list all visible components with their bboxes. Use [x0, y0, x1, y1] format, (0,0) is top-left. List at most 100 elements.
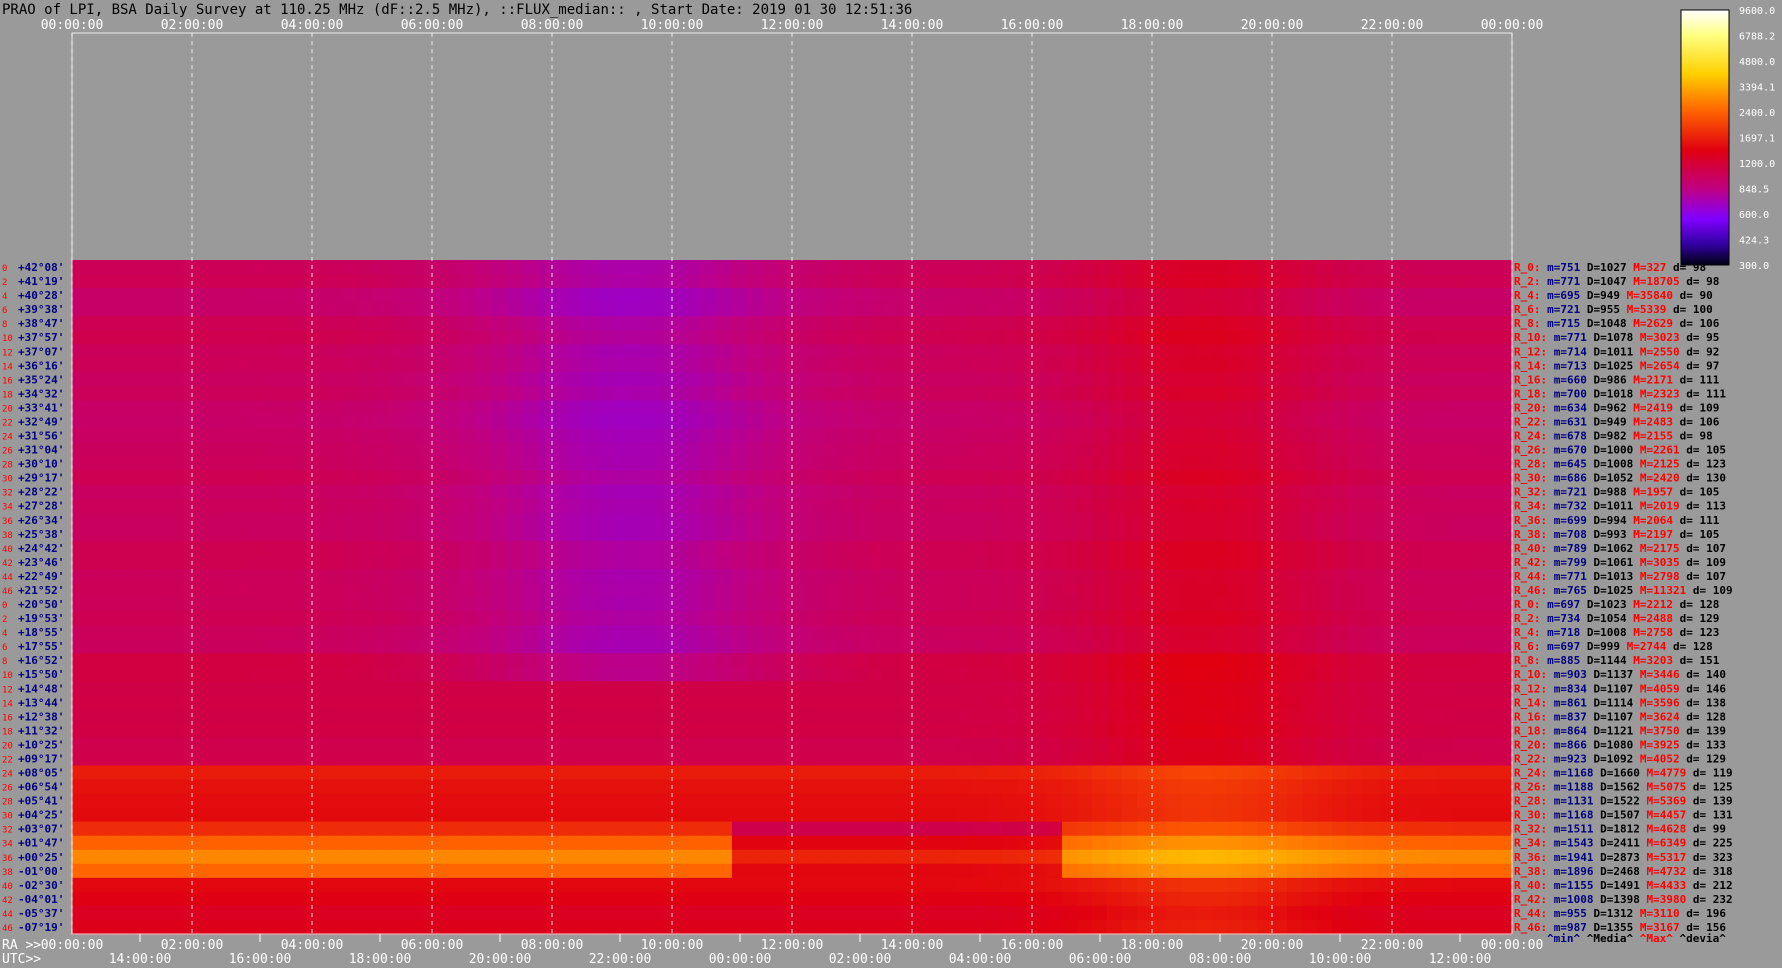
heatmap-cell	[747, 540, 763, 556]
heatmap-cell	[1392, 807, 1408, 823]
heatmap-cell	[1437, 779, 1453, 795]
declination-label: +20°50'	[18, 598, 64, 611]
heatmap-cell	[477, 442, 493, 458]
heatmap-cell	[1182, 765, 1198, 781]
heatmap-cell	[792, 597, 808, 612]
heatmap-cell	[147, 456, 163, 472]
row-number: 26	[2, 784, 13, 794]
heatmap-cell	[342, 484, 358, 500]
heatmap-cell	[252, 260, 268, 275]
heatmap-cell	[1437, 400, 1453, 416]
heatmap-cell	[1212, 709, 1228, 724]
heatmap-cell	[837, 653, 853, 668]
heatmap-cell	[177, 919, 193, 935]
heatmap-cell	[267, 442, 283, 458]
heatmap-cell	[1407, 498, 1423, 514]
heatmap-cell	[1227, 681, 1243, 696]
heatmap-cell	[882, 358, 898, 373]
heatmap-cell	[552, 400, 568, 416]
row-number: 34	[2, 503, 13, 513]
heatmap-cell	[1227, 709, 1243, 724]
heatmap-cell	[657, 653, 673, 668]
heatmap-cell	[1212, 905, 1228, 921]
heatmap-cell	[762, 274, 778, 289]
heatmap-cell	[537, 611, 553, 626]
heatmap-cell	[342, 260, 358, 275]
heatmap-cell	[822, 765, 838, 781]
heatmap-cell	[177, 260, 193, 275]
heatmap-cell	[117, 442, 133, 458]
heatmap-cell	[612, 597, 628, 612]
heatmap-cell	[1227, 344, 1243, 359]
heatmap-cell	[792, 807, 808, 823]
heatmap-cell	[1422, 723, 1438, 739]
heatmap-cell	[462, 288, 478, 303]
heatmap-cell	[1422, 260, 1438, 275]
heatmap-cell	[267, 877, 283, 893]
heatmap-cell	[342, 456, 358, 472]
heatmap-cell	[102, 344, 118, 359]
heatmap-cell	[1377, 765, 1393, 781]
heatmap-cell	[1317, 807, 1333, 823]
heatmap-cell	[162, 611, 178, 626]
heatmap-cell	[702, 260, 718, 275]
heatmap-cell	[1287, 905, 1303, 921]
heatmap-cell	[837, 470, 853, 486]
heatmap-cell	[1182, 498, 1198, 514]
heatmap-cell	[327, 344, 343, 359]
heatmap-cell	[177, 470, 193, 486]
heatmap-cell	[1212, 484, 1228, 500]
heatmap-cell	[552, 302, 568, 317]
heatmap-cell	[522, 554, 538, 570]
heatmap-cell	[192, 554, 208, 570]
heatmap-cell	[1467, 386, 1483, 402]
heatmap-cell	[537, 821, 553, 837]
row-stat: R_34: m=732 D=1011 M=2019 d= 113	[1514, 500, 1726, 513]
heatmap-cell	[612, 260, 628, 275]
heatmap-cell	[867, 400, 883, 416]
heatmap-cell	[327, 877, 343, 893]
row-stat-part: R_0:	[1514, 261, 1541, 274]
heatmap-cell	[567, 386, 583, 402]
heatmap-cell	[162, 849, 178, 865]
heatmap-cell	[927, 302, 943, 317]
heatmap-cell	[747, 400, 763, 416]
heatmap-cell	[972, 863, 988, 879]
heatmap-cell	[402, 919, 418, 935]
heatmap-cell	[267, 568, 283, 584]
heatmap-cell	[687, 835, 703, 851]
heatmap-cell	[792, 526, 808, 542]
heatmap-cell	[1362, 456, 1378, 472]
heatmap-cell	[1407, 540, 1423, 556]
heatmap-cell	[1017, 484, 1033, 500]
heatmap-cell	[1062, 611, 1078, 626]
heatmap-cell	[867, 344, 883, 359]
heatmap-cell	[147, 835, 163, 851]
heatmap-cell	[327, 554, 343, 570]
heatmap-cell	[297, 723, 313, 739]
heatmap-cell	[1242, 793, 1258, 809]
heatmap-cell	[1167, 681, 1183, 696]
heatmap-cell	[462, 905, 478, 921]
heatmap-cell	[567, 540, 583, 556]
heatmap-cell	[237, 611, 253, 626]
heatmap-cell	[1077, 316, 1093, 331]
heatmap-cell	[1362, 863, 1378, 879]
heatmap-cell	[867, 737, 883, 753]
heatmap-cell	[1392, 288, 1408, 303]
heatmap-cell	[237, 512, 253, 528]
heatmap-cell	[642, 414, 658, 430]
heatmap-cell	[582, 484, 598, 500]
heatmap-cell	[762, 611, 778, 626]
row-stat-part: D=962	[1587, 401, 1627, 414]
heatmap-cell	[582, 821, 598, 837]
heatmap-cell	[657, 582, 673, 598]
heatmap-cell	[642, 540, 658, 556]
heatmap-cell	[1452, 540, 1468, 556]
heatmap-cell	[807, 400, 823, 416]
heatmap-cell	[882, 737, 898, 753]
heatmap-cell	[207, 540, 223, 556]
heatmap-cell	[567, 723, 583, 739]
heatmap-cell	[327, 737, 343, 753]
heatmap-cell	[1317, 779, 1333, 795]
